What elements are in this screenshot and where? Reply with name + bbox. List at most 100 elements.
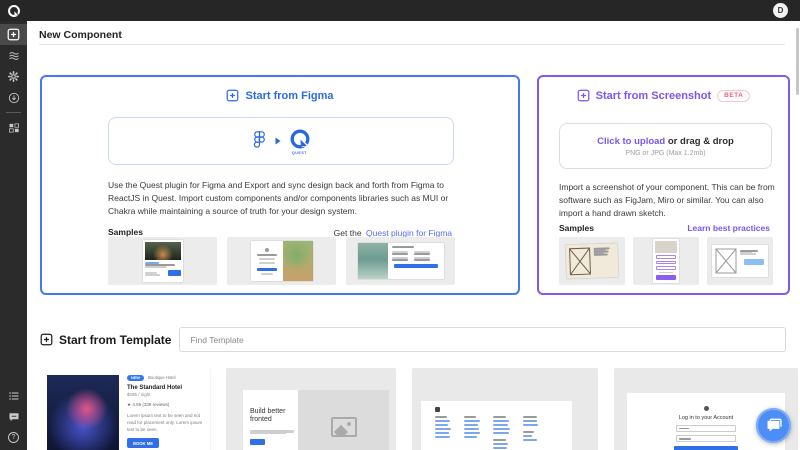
plus-square-icon [40,333,53,346]
screenshot-sample-sketch[interactable] [559,237,625,285]
figma-logo-icon [252,130,267,152]
quest-logo-blue: QUEST [289,128,311,155]
footer-logo [435,407,440,412]
sidebar-item-settings[interactable] [0,66,27,87]
start-from-template-section: Start from Template [40,327,786,352]
sample-preview [712,245,768,277]
screenshot-sample-thumbs [559,237,773,285]
hero-text-panel: Build better fronted [243,390,298,450]
sidebar-item-design-system[interactable] [0,45,27,66]
template-gallery: NEW Boutique Hotel The Standard Hotel $2… [40,368,800,450]
screenshot-card-title: Start from Screenshot [596,90,712,102]
sidebar-item-help[interactable]: ? [0,427,27,448]
sidebar-item-changelog[interactable] [0,385,27,406]
template-section-title: Start from Template [59,333,171,347]
beta-badge: BETA [717,90,750,102]
hotel-rating: ★ 4.69 (339 reviews) [127,402,203,408]
book-me-button[interactable]: BOOK ME [127,438,159,448]
login-button [674,446,738,450]
template-footer-links[interactable] [412,368,598,450]
quest-caption: QUEST [292,151,307,155]
help-icon: ? [8,432,19,443]
footer-columns [435,416,562,449]
plus-square-icon [577,89,590,102]
sidebar-item-feedback[interactable] [0,406,27,427]
new-badge: NEW [127,375,144,381]
find-template-input[interactable] [179,327,786,352]
hero-image-area [298,390,389,450]
screenshot-card-header: Start from Screenshot BETA [539,89,788,102]
layers-icon [8,50,20,62]
app-window: D ? New [0,0,800,450]
vertical-scrollbar[interactable] [796,28,799,95]
figma-sample-property-card[interactable] [108,237,217,285]
screenshot-card-description: Import a screenshot of your component. T… [559,181,775,221]
hotel-category: Boutique Hotel [148,375,175,380]
template-hotel-card[interactable]: NEW Boutique Hotel The Standard Hotel $2… [40,368,210,450]
sample-preview [251,241,313,281]
hero-cta-button [250,439,265,445]
hotel-content: NEW Boutique Hotel The Standard Hotel $2… [127,375,203,450]
sidebar-divider [6,112,21,113]
messenger-icon [765,417,782,434]
footer-column [523,416,538,449]
screenshot-sample-mobile-form[interactable] [633,237,699,285]
figma-sample-login-split[interactable] [227,237,336,285]
gear-icon [7,70,20,83]
footer-column [464,416,480,449]
figma-to-quest-graphic: QUEST [108,117,454,165]
screenshot-sample-wireframe[interactable] [707,237,773,285]
figma-card-title: Start from Figma [245,90,333,102]
chat-bubble-icon [8,411,20,423]
sample-preview [653,239,679,283]
footer-column [493,416,510,449]
drag-drop-text: or drag & drop [665,136,734,147]
figma-sample-thumbs [108,237,455,285]
sidebar-item-components[interactable] [0,117,27,138]
login-input-field [676,425,736,432]
sidebar-bottom-group: ? [0,385,27,450]
hotel-photo [47,375,119,450]
upload-dropzone[interactable]: Click to upload or drag & drop PNG or JP… [559,123,772,169]
template-section-title-row: Start from Template [40,333,171,347]
figma-sample-checkout[interactable] [346,237,455,285]
topbar: D [0,0,800,21]
sample-preview [143,240,183,282]
upload-hint: PNG or JPG (Max 1.2mb) [625,150,705,157]
arrow-right-icon [275,137,281,145]
figma-card-description: Use the Quest plugin for Figma and Expor… [108,179,456,219]
template-hero-section[interactable]: Build better fronted [226,368,396,450]
list-icon [8,390,20,402]
user-avatar[interactable]: D [773,3,788,18]
sidebar-item-export[interactable] [0,87,27,108]
quest-logo-icon[interactable] [7,4,21,18]
samples-label: Samples [108,227,143,237]
learn-best-practices-link[interactable]: Learn best practices [687,223,770,233]
download-circle-icon [8,92,20,104]
board-grid-icon [8,122,20,134]
hotel-description: Lorem ipsum text to be seen and not read… [127,413,203,433]
main-content: New Component Start from Figma QUEST Use… [27,21,800,450]
samples-label: Samples [559,223,594,233]
login-logo [704,406,709,411]
footer-column [435,416,451,449]
page-title: New Component [39,29,122,41]
header-divider [39,44,785,45]
plus-square-icon [226,89,239,102]
plus-square-icon [7,28,20,41]
start-from-screenshot-card[interactable]: Start from Screenshot BETA Click to uplo… [537,75,790,295]
chat-widget-button[interactable] [756,408,791,443]
screenshot-samples-row: Samples Learn best practices [559,223,770,233]
login-heading: Log in to your Account [679,415,733,421]
hotel-price: $295 / night [127,392,203,397]
upload-label: Click to upload or drag & drop [597,136,734,147]
hero-heading: Build better fronted [250,408,292,425]
start-from-figma-card[interactable]: Start from Figma QUEST Use the Quest plu… [40,75,520,295]
sidebar-item-new-component[interactable] [0,24,27,45]
footer-panel [421,401,572,450]
click-to-upload-link[interactable]: Click to upload [597,136,665,147]
sample-preview [358,243,444,279]
star-icon: ★ [127,402,131,407]
sample-preview [565,243,618,279]
sidebar: ? [0,21,27,450]
